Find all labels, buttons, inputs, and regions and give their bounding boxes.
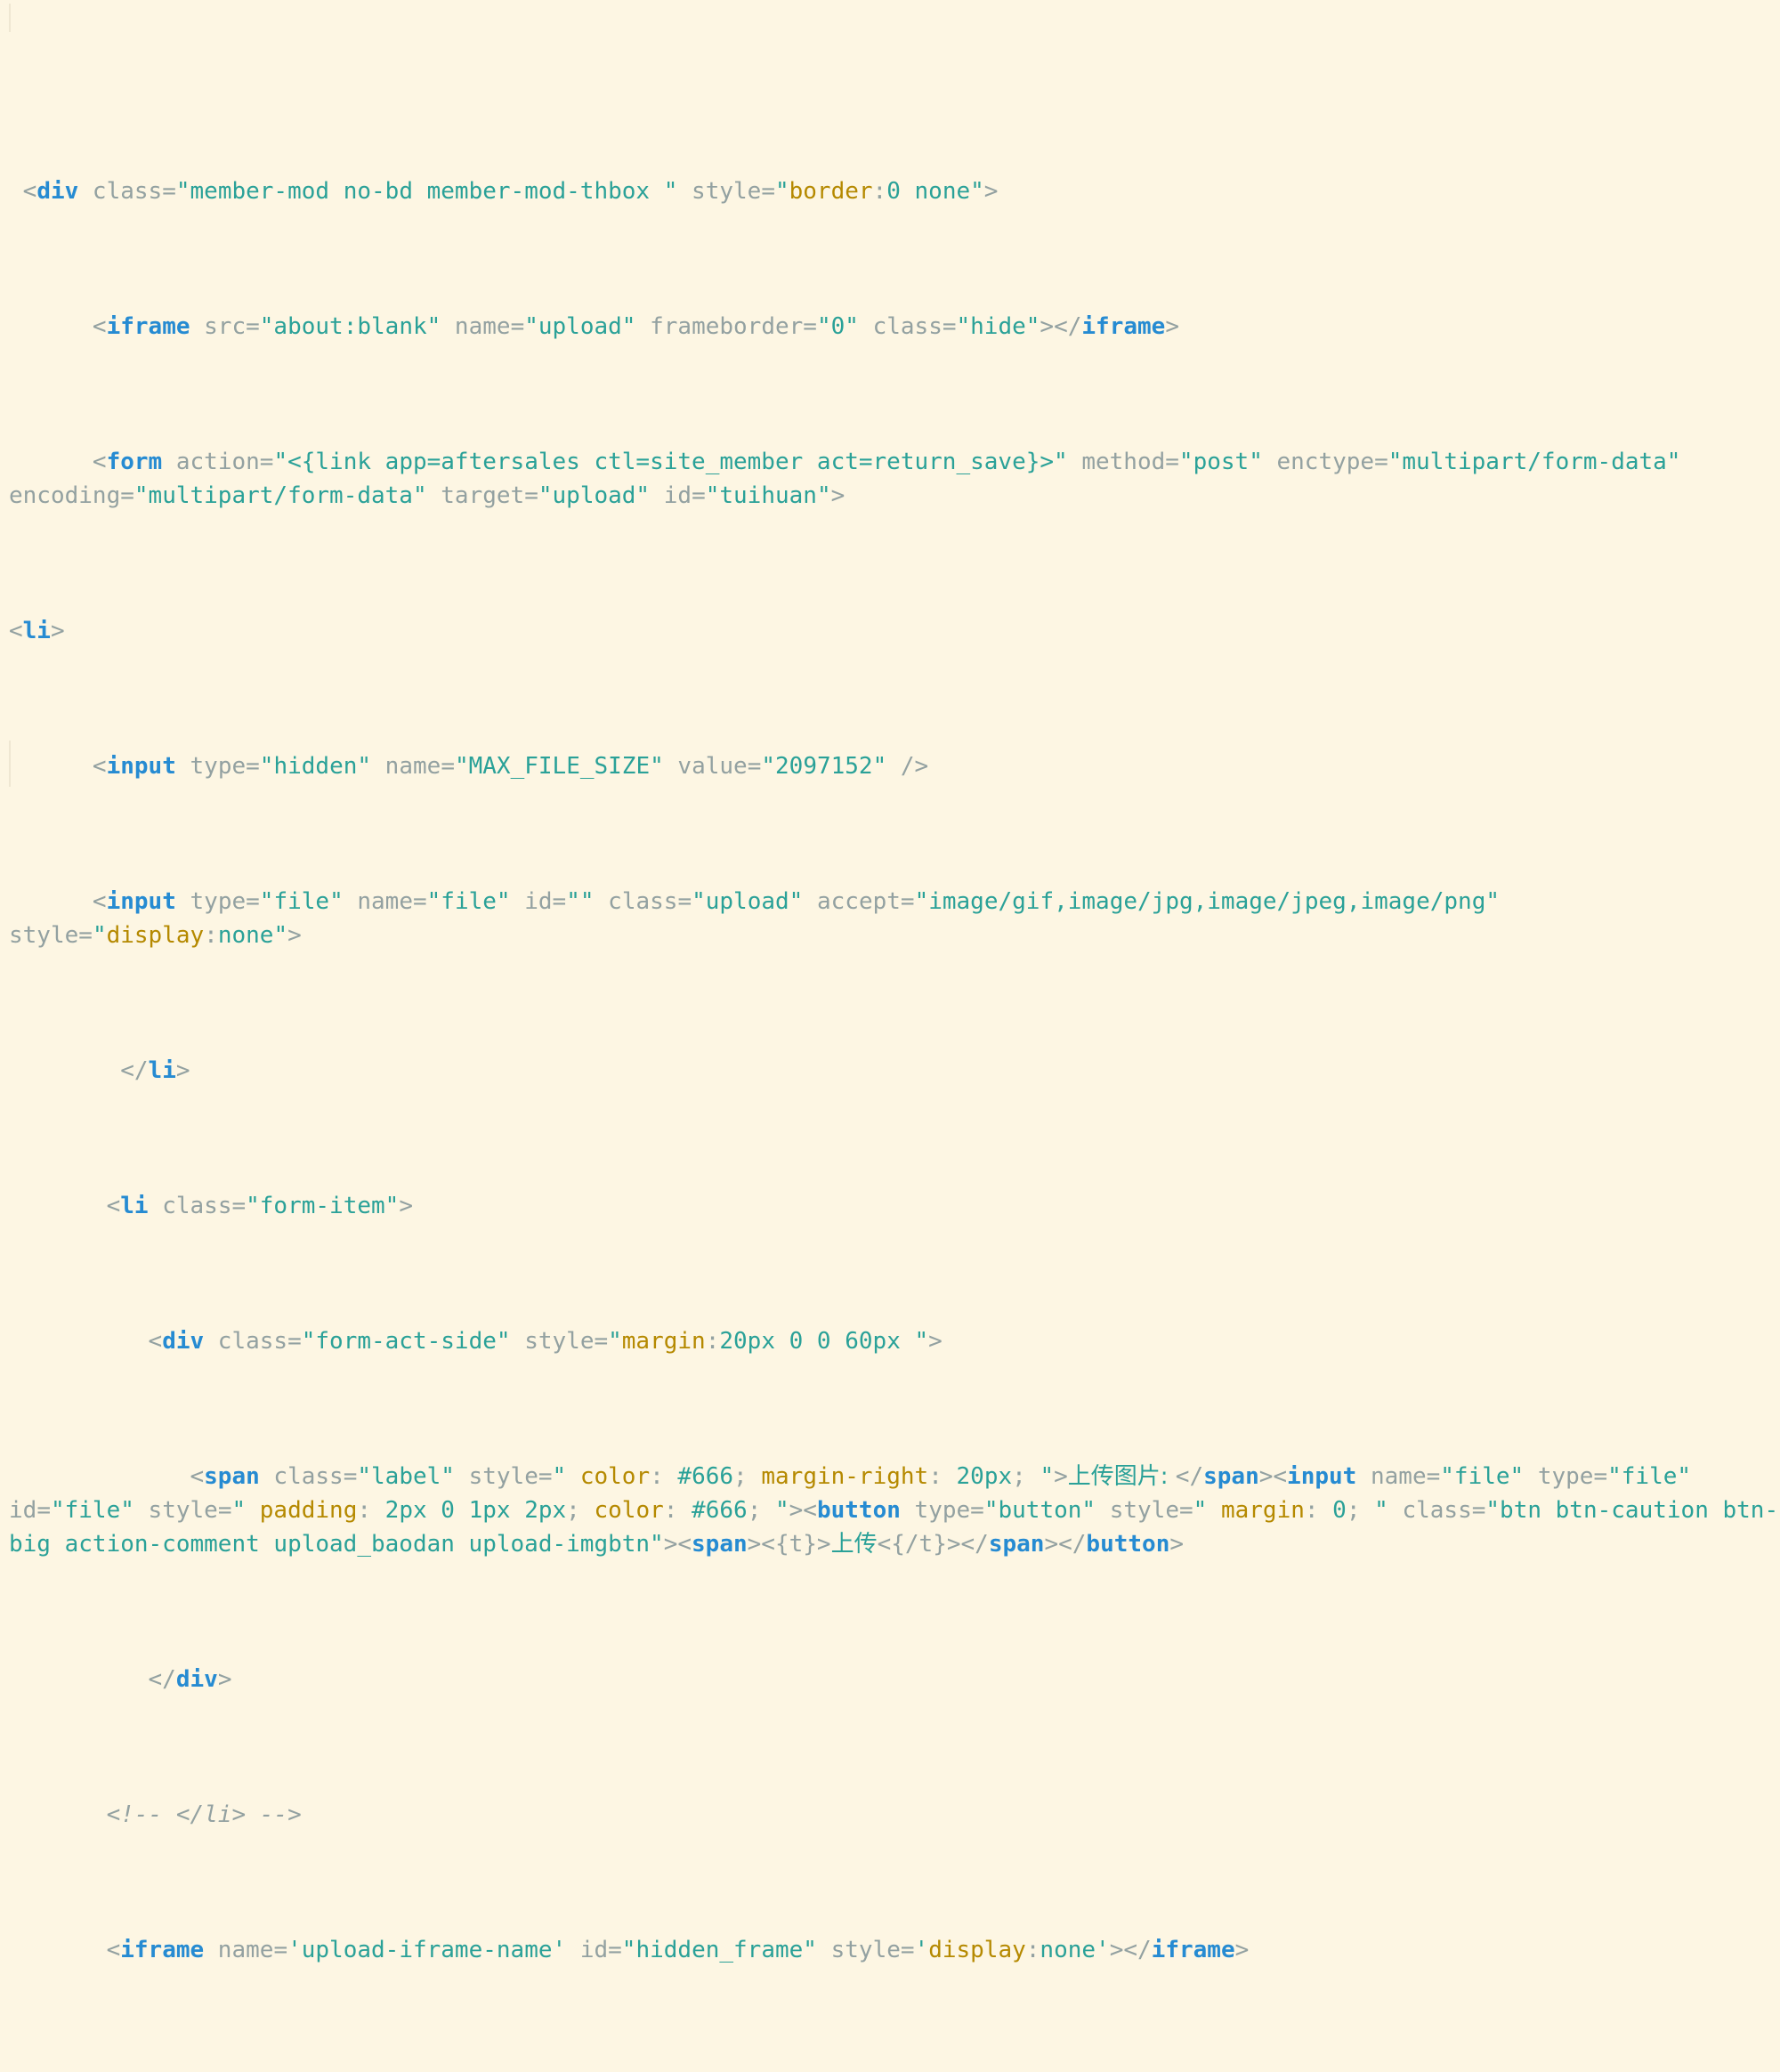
code-line-12: <!-- </li> --> [9, 1801, 302, 1828]
upload-button-text: 上传 [830, 1531, 878, 1558]
code-line-1: <div class="member-mod no-bd member-mod-… [9, 178, 999, 205]
code-line-11: </div> [9, 1666, 232, 1693]
code-line-8: <li class="form-item"> [9, 1193, 413, 1219]
indent-guide [9, 4, 11, 32]
code-line-2: <iframe src="about:blank" name="upload" … [9, 313, 1179, 340]
code-line-13: <iframe name='upload-iframe-name' id="hi… [9, 1937, 1250, 1963]
code-line-7: </li> [9, 1057, 190, 1084]
code-line-10: <span class="label" style=" color: #666;… [9, 1463, 1779, 1558]
code-line-5: <input type="hidden" name="MAX_FILE_SIZE… [9, 753, 929, 780]
code-line-4: <li> [9, 618, 65, 644]
code-listing[interactable]: <div class="member-mod no-bd member-mod-… [0, 0, 1780, 2072]
code-line-9: <div class="form-act-side" style="margin… [9, 1328, 943, 1355]
indent-guide [9, 741, 11, 787]
code-line-blank-1 [0, 2068, 1780, 2072]
code-line-3: <form action="<{link app=aftersales ctl=… [9, 449, 1695, 509]
code-line-6: <input type="file" name="file" id="" cla… [9, 888, 1514, 949]
upload-image-label: 上传图片: [1067, 1463, 1176, 1490]
